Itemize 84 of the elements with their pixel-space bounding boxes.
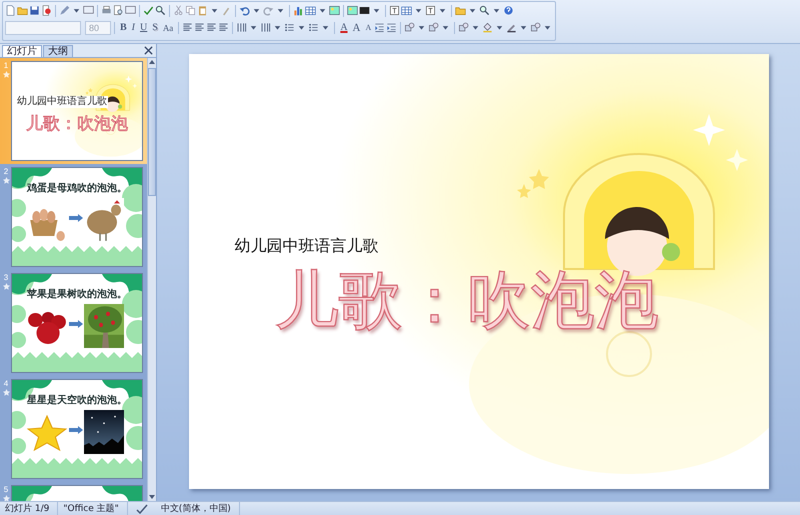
image-icon[interactable] bbox=[347, 5, 358, 16]
columns-icon[interactable] bbox=[260, 22, 272, 33]
slide-thumbnail[interactable]: 星星是天空吹的泡泡。 bbox=[11, 379, 143, 479]
bullet-list-icon[interactable] bbox=[308, 22, 320, 33]
language: 中文(简体，中国) bbox=[156, 502, 240, 515]
italic-button[interactable]: I bbox=[130, 20, 138, 34]
star-icon bbox=[2, 495, 10, 501]
pane-tab[interactable]: 幻灯片 bbox=[2, 45, 42, 57]
text-box-icon[interactable] bbox=[389, 5, 400, 16]
spell-check-icon[interactable] bbox=[136, 504, 148, 514]
document-icon[interactable] bbox=[41, 5, 52, 16]
print-preview-icon[interactable] bbox=[113, 5, 124, 16]
pencil-icon[interactable] bbox=[506, 22, 518, 33]
slide-thumbnail-row[interactable]: 1 幼儿园中班语言儿歌 儿歌：吹泡泡 bbox=[0, 58, 147, 164]
folder-icon[interactable] bbox=[455, 5, 466, 16]
screen-icon[interactable] bbox=[125, 5, 136, 16]
image-icon[interactable] bbox=[329, 5, 340, 16]
search-icon[interactable] bbox=[155, 5, 166, 16]
shapes-icon[interactable] bbox=[404, 22, 416, 33]
slide-title: 鸡蛋是母鸡吹的泡泡。 bbox=[26, 182, 128, 195]
align-icon[interactable] bbox=[206, 22, 218, 33]
shapes-icon[interactable] bbox=[530, 22, 542, 33]
help-icon[interactable] bbox=[503, 5, 514, 16]
slide-title: 星星是天空吹的泡泡。 bbox=[26, 394, 128, 407]
table-icon[interactable] bbox=[401, 5, 412, 16]
bold-button[interactable]: B bbox=[118, 20, 129, 34]
scrollbar-thumb[interactable] bbox=[148, 68, 156, 196]
theme-name: "Office 主题" bbox=[58, 502, 128, 515]
indent-icon[interactable] bbox=[374, 22, 386, 33]
right-arrow bbox=[69, 320, 83, 328]
columns-icon[interactable] bbox=[236, 22, 248, 33]
fill-bucket-icon[interactable] bbox=[482, 22, 494, 33]
change-case-button[interactable]: Aa bbox=[160, 20, 176, 34]
slide-title: 儿歌：吹泡泡 bbox=[274, 265, 658, 339]
slide-thumbnail-row[interactable]: 3 苹果是果树吹的泡泡。 bbox=[0, 270, 147, 376]
document-icon[interactable] bbox=[5, 5, 16, 16]
slide-number: 4 bbox=[4, 379, 8, 388]
clipboard-icon[interactable] bbox=[197, 5, 208, 16]
slide-title: 儿歌：吹泡泡 bbox=[26, 113, 128, 135]
right-arrow bbox=[69, 214, 83, 222]
slide-title: 苹果是果树吹的泡泡。 bbox=[26, 288, 128, 301]
slide-subtitle: 幼儿园中班语言儿歌 bbox=[16, 96, 108, 108]
shadow-button[interactable]: S bbox=[150, 20, 160, 34]
text-box-icon[interactable] bbox=[425, 5, 436, 16]
star-icon bbox=[2, 283, 10, 290]
star-icon bbox=[2, 389, 10, 396]
slide-number: 3 bbox=[4, 273, 8, 282]
folder-icon[interactable] bbox=[17, 5, 28, 16]
bullet-list-icon[interactable] bbox=[284, 22, 296, 33]
grow-font-button[interactable]: A bbox=[350, 20, 362, 34]
align-icon[interactable] bbox=[182, 22, 194, 33]
align-icon[interactable] bbox=[218, 22, 230, 33]
star-icon bbox=[2, 71, 10, 78]
undo-icon[interactable] bbox=[239, 5, 250, 16]
screen-icon[interactable] bbox=[83, 5, 94, 16]
star-icon bbox=[2, 177, 10, 184]
slide-thumbnail-row[interactable]: 2 鸡蛋是母鸡吹的泡泡。 bbox=[0, 164, 147, 270]
slide-thumbnail[interactable]: 鸡蛋是母鸡吹的泡泡。 bbox=[11, 167, 143, 267]
slide-number: 2 bbox=[4, 167, 8, 176]
indent-icon[interactable] bbox=[386, 22, 398, 33]
rectangle-icon[interactable] bbox=[359, 5, 370, 16]
shapes-icon[interactable] bbox=[428, 22, 440, 33]
font-color-button[interactable]: A bbox=[338, 20, 350, 34]
slide-number: 1 bbox=[4, 61, 8, 70]
shapes-icon[interactable] bbox=[458, 22, 470, 33]
font-name-field[interactable] bbox=[5, 20, 81, 34]
slide-thumbnail[interactable]: 苹果是果树吹的泡泡。 bbox=[11, 273, 143, 373]
search-icon[interactable] bbox=[479, 5, 490, 16]
table-icon[interactable] bbox=[305, 5, 316, 16]
close-icon[interactable] bbox=[144, 46, 153, 55]
slide-thumbnail[interactable]: 幼儿园中班语言儿歌 儿歌：吹泡泡 bbox=[11, 61, 143, 161]
bar-chart-icon[interactable] bbox=[293, 5, 304, 16]
copy-icon[interactable] bbox=[185, 5, 196, 16]
pane-tab[interactable]: 大纲 bbox=[43, 45, 73, 57]
checkmark-icon[interactable] bbox=[143, 5, 154, 16]
right-arrow bbox=[69, 426, 83, 434]
slide-count: 幻灯片 1/9 bbox=[0, 502, 58, 515]
align-icon[interactable] bbox=[194, 22, 206, 33]
printer-icon[interactable] bbox=[101, 5, 112, 16]
shrink-font-button[interactable]: A bbox=[364, 20, 374, 34]
slide-number: 5 bbox=[4, 485, 8, 494]
slide-subtitle: 幼儿园中班语言儿歌 bbox=[234, 236, 378, 257]
slide-thumbnail-row[interactable]: 4 星星是天空吹的泡泡。 bbox=[0, 376, 147, 482]
underline-button[interactable]: U bbox=[138, 20, 150, 34]
